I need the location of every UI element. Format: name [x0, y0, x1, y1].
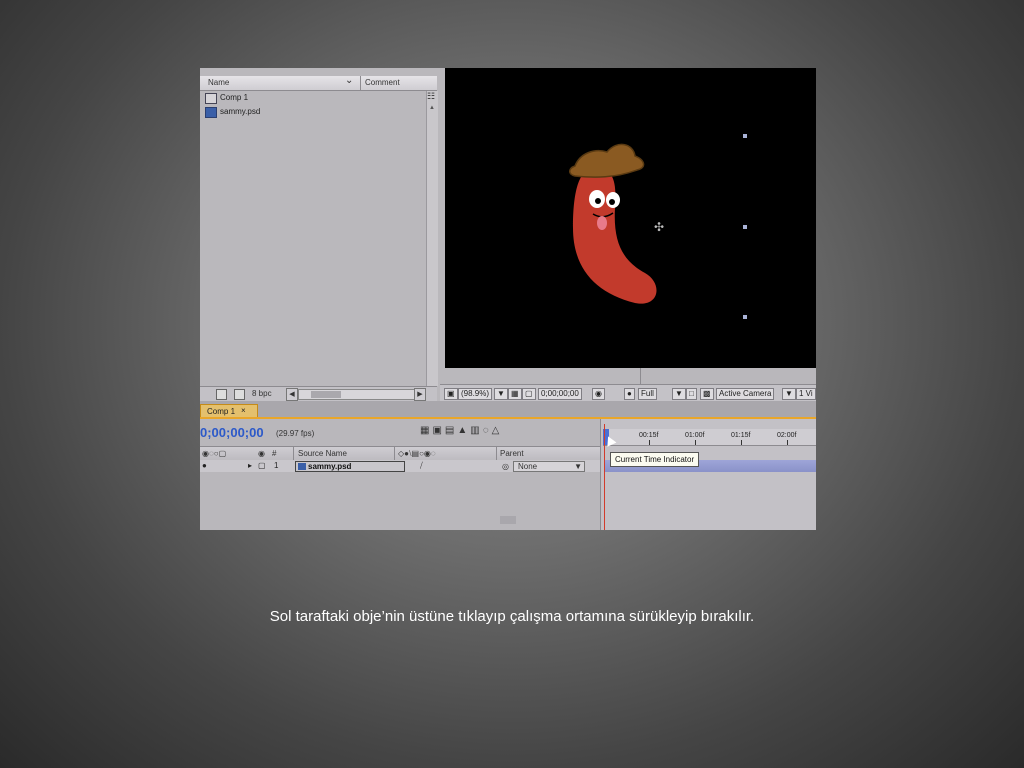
column-source-name[interactable]: Source Name	[298, 449, 347, 458]
ruler-label: 01:00f	[685, 432, 705, 439]
video-visibility-icon[interactable]: ●	[202, 461, 207, 470]
psd-file-icon	[298, 463, 306, 470]
viewer-timecode[interactable]: 0;00;00;00	[538, 388, 582, 400]
pick-whip-icon[interactable]: ◎	[502, 462, 509, 471]
color-channel-icon[interactable]: ●	[624, 388, 635, 400]
column-name[interactable]: Name	[208, 78, 229, 87]
scroll-up-icon[interactable]: ▲	[428, 105, 436, 113]
column-comment[interactable]: Comment	[365, 78, 400, 87]
tab-label: Comp 1	[207, 407, 236, 416]
transform-handle[interactable]	[743, 134, 747, 138]
hide-shy-layers-icon[interactable]: ▲	[457, 425, 470, 436]
chevron-down-icon[interactable]: ▼	[574, 462, 582, 471]
layer-switches-icon[interactable]: ◇●⧵▤○◉◌	[398, 449, 436, 459]
new-folder-icon[interactable]	[234, 389, 245, 400]
expand-arrow-icon[interactable]: ▸	[248, 461, 252, 470]
draft-3d-icon[interactable]: ▤	[445, 425, 457, 436]
column-divider	[496, 447, 497, 460]
tooltip: Current Time Indicator	[610, 452, 700, 467]
ruler-tick	[649, 440, 650, 445]
project-item-comp[interactable]: Comp 1	[202, 92, 426, 104]
chevron-down-icon[interactable]: ▼	[672, 388, 686, 400]
transparency-grid-icon[interactable]: ▩	[700, 388, 714, 400]
interpret-footage-icon[interactable]	[216, 389, 227, 400]
parent-value: None	[518, 462, 538, 471]
comp-flowchart-icon[interactable]: ▦	[420, 425, 432, 436]
transform-handle[interactable]	[743, 315, 747, 319]
quality-switch-icon[interactable]: ⧸	[420, 461, 423, 471]
ruler-label: 01:15f	[731, 432, 751, 439]
psd-file-icon	[205, 107, 217, 118]
layer-source-name[interactable]: sammy.psd	[295, 461, 405, 472]
project-item-psd[interactable]: sammy.psd	[202, 106, 426, 118]
project-item-label: sammy.psd	[220, 107, 261, 116]
column-divider	[360, 76, 361, 90]
ruler-label: 00:15f	[639, 432, 659, 439]
grid-icon[interactable]: ▦	[508, 388, 522, 400]
chevron-down-icon[interactable]: ⌄	[345, 75, 353, 86]
frame-blending-icon[interactable]: ▥	[470, 425, 482, 436]
parent-dropdown[interactable]: ◎ None ▼	[502, 461, 585, 472]
project-scrollbar[interactable]: ▲	[426, 91, 438, 386]
flowchart-icon[interactable]: ☷	[425, 91, 437, 103]
av-features-icon[interactable]: ◉◌○▢	[202, 449, 226, 458]
label-color-icon[interactable]: ▢	[258, 461, 266, 470]
column-divider	[293, 447, 294, 460]
camera-snapshot-icon[interactable]: ◉	[592, 388, 605, 400]
ruler-tick	[695, 440, 696, 445]
anchor-point-icon[interactable]: ✣	[653, 221, 665, 233]
column-divider	[394, 447, 395, 460]
always-preview-icon[interactable]: ▣	[444, 388, 458, 400]
ruler-tick	[741, 440, 742, 445]
project-column-header: Name ⌄ Comment	[200, 75, 437, 91]
ruler-label: 02:00f	[777, 432, 797, 439]
camera-view-dropdown[interactable]: Active Camera	[716, 388, 775, 400]
chevron-down-icon[interactable]: ▼	[782, 388, 796, 400]
slide-caption: Sol taraftaki obje’nin üstüne tıklayıp ç…	[269, 608, 755, 625]
project-horizontal-scrollbar[interactable]	[298, 389, 416, 400]
current-time-display[interactable]: 0;00;00;00	[200, 425, 264, 440]
column-parent[interactable]: Parent	[500, 449, 524, 458]
time-ruler[interactable]: 00:15f 01:00f 01:15f 02:00f	[603, 429, 816, 446]
view-layout-dropdown[interactable]: 1 Vi	[796, 388, 816, 400]
frame-rate-label: (29.97 fps)	[276, 429, 315, 438]
timeline-switches-toolbar: ▦▣▤▲▥◌△	[420, 425, 600, 439]
project-item-label: Comp 1	[220, 93, 249, 102]
resolution-dropdown[interactable]: Full	[638, 388, 657, 400]
viewer-toolbar: ▣ (98.9%) ▼ ▦ ▢ 0;00;00;00 ◉ ● Full ▼ □ …	[440, 384, 816, 402]
timeline-toggle-switches-icon[interactable]	[500, 516, 516, 524]
scroll-right-icon[interactable]: ▶	[414, 388, 426, 401]
after-effects-screenshot: Name ⌄ Comment Comp 1 sammy.psd ▲ ☷ 8 bp…	[200, 68, 816, 530]
composition-viewer[interactable]	[445, 68, 816, 368]
region-of-interest-icon[interactable]: □	[686, 388, 697, 400]
ruler-tick	[787, 440, 788, 445]
close-icon[interactable]: ×	[241, 406, 246, 415]
transform-handle[interactable]	[743, 225, 747, 229]
scroll-thumb[interactable]	[311, 391, 341, 398]
layer-number: 1	[274, 461, 279, 470]
graph-editor-icon[interactable]: △	[492, 425, 503, 436]
project-bottom-bar: 8 bpc ◀ ▶	[200, 386, 437, 401]
label-icon[interactable]: ◉	[258, 449, 265, 458]
composition-icon	[205, 93, 217, 104]
chevron-down-icon[interactable]: ▼	[494, 388, 508, 400]
live-update-icon[interactable]: ▣	[432, 425, 444, 436]
column-hash[interactable]: #	[272, 449, 276, 458]
motion-blur-icon[interactable]: ◌	[483, 425, 492, 436]
layer-name-label: sammy.psd	[308, 462, 352, 471]
scroll-left-icon[interactable]: ◀	[286, 388, 298, 401]
mask-icon[interactable]: ▢	[522, 388, 536, 400]
layer-column-header: ◉◌○▢ ◉ # Source Name ◇●⧵▤○◉◌ Parent	[200, 446, 600, 461]
bit-depth-button[interactable]: 8 bpc	[252, 389, 272, 398]
sausage-character[interactable]	[445, 68, 816, 368]
magnification-dropdown[interactable]: (98.9%)	[458, 388, 493, 400]
